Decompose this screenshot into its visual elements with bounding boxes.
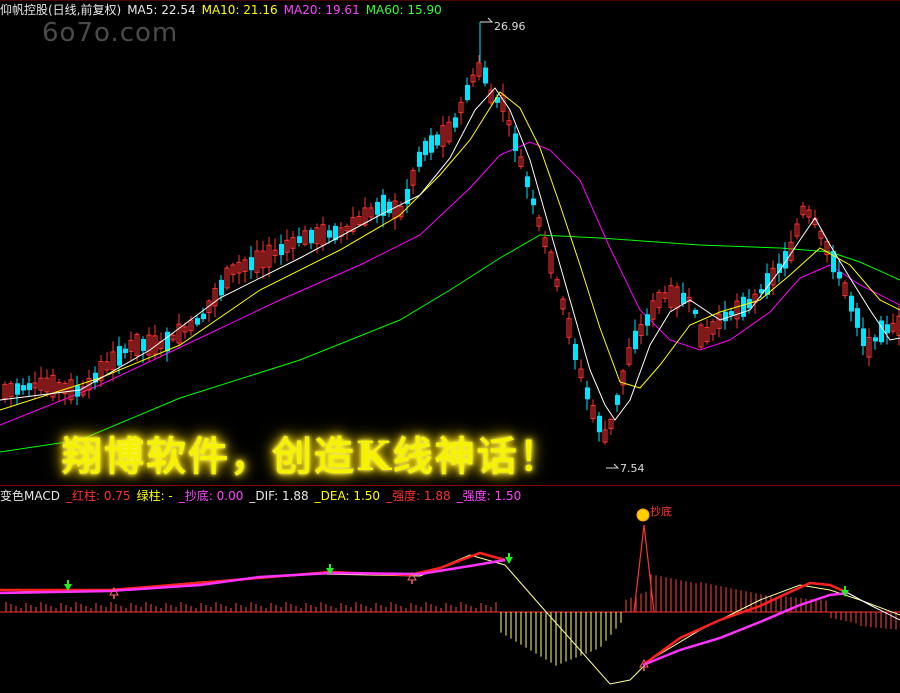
signal-label: 抄底: [650, 504, 672, 518]
signal-dot: [636, 508, 650, 522]
dea-pink-upper: [0, 558, 506, 595]
macd-chart[interactable]: 抄底: [0, 0, 900, 693]
down-arrow-icon: [505, 557, 513, 564]
chart-window[interactable]: 仰帆控股(日线,前复权) MA5: 22.54 MA10: 21.16 MA20: 1…: [0, 0, 900, 693]
